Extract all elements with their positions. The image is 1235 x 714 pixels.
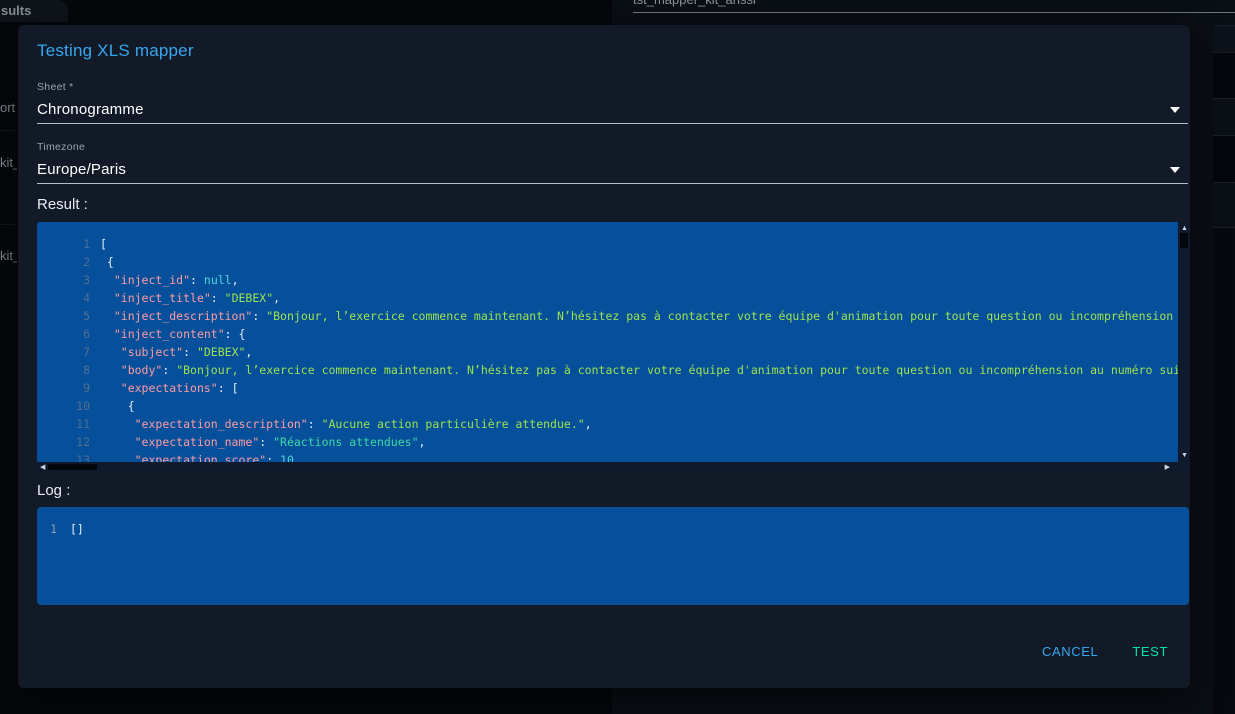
log-editor-code[interactable]: 1[] <box>37 507 1189 605</box>
code-line: 11 "expectation_description": "Aucune ac… <box>37 415 1178 433</box>
background-tab-label: sults <box>1 3 31 18</box>
result-editor-vertical-scrollbar[interactable]: ▲ ▼ <box>1178 222 1190 462</box>
horizontal-scrollbar-thumb[interactable] <box>48 464 97 470</box>
chevron-down-icon[interactable] <box>1170 107 1180 113</box>
code-line: 1[ <box>37 235 1178 253</box>
log-label: Log : <box>37 482 70 499</box>
code-line: 4 "inject_title": "DEBEX", <box>37 289 1178 307</box>
code-line: 9 "expectations": [ <box>37 379 1178 397</box>
background-partial-text: kit_ <box>0 248 17 264</box>
testing-xls-mapper-dialog: Testing XLS mapper Sheet * Chronogramme … <box>18 25 1190 688</box>
code-line: 5 "inject_description": "Bonjour, l’exer… <box>37 307 1178 325</box>
background-table-rows <box>1213 0 1235 714</box>
background-field-value: tst_mapper_kit_anssi <box>633 0 756 7</box>
vertical-scrollbar-thumb[interactable] <box>1180 233 1188 248</box>
background-divider <box>0 224 18 225</box>
dialog-actions: CANCEL TEST <box>1034 633 1176 669</box>
background-divider <box>0 130 18 131</box>
code-line: 13 "expectation_score": 10 <box>37 451 1178 462</box>
code-line: 12 "expectation_name": "Réactions attend… <box>37 433 1178 451</box>
result-editor: 1[2 {3 "inject_id": null,4 "inject_title… <box>37 222 1190 472</box>
background-partial-text: ort <box>0 100 17 116</box>
timezone-select-value: Europe/Paris <box>37 161 126 178</box>
scroll-down-icon[interactable]: ▼ <box>1181 452 1188 459</box>
scrollbar-corner <box>1178 462 1190 472</box>
code-line: 7 "subject": "DEBEX", <box>37 343 1178 361</box>
sheet-select-value: Chronogramme <box>37 101 144 118</box>
cancel-button[interactable]: CANCEL <box>1034 638 1106 665</box>
scroll-right-icon[interactable]: ▶ <box>1165 464 1170 471</box>
scroll-up-icon[interactable]: ▲ <box>1181 225 1188 232</box>
code-line: 6 "inject_content": { <box>37 325 1178 343</box>
result-editor-horizontal-scrollbar[interactable]: ◀ ▶ <box>37 462 1178 472</box>
code-line: 1[] <box>37 520 1189 538</box>
code-line: 10 { <box>37 397 1178 415</box>
result-label: Result : <box>37 196 88 213</box>
code-line: 2 { <box>37 253 1178 271</box>
background-tab-results: sults <box>0 0 68 22</box>
background-partial-text: kit_ <box>0 155 17 171</box>
sheet-label: Sheet * <box>37 81 74 93</box>
timezone-select[interactable]: Europe/Paris <box>37 161 1188 184</box>
code-line: 3 "inject_id": null, <box>37 271 1178 289</box>
scroll-left-icon[interactable]: ◀ <box>40 464 45 471</box>
timezone-label: Timezone <box>37 141 85 153</box>
background-field-underline <box>633 12 1235 13</box>
dialog-title: Testing XLS mapper <box>37 41 194 61</box>
result-editor-code[interactable]: 1[2 {3 "inject_id": null,4 "inject_title… <box>37 222 1178 462</box>
test-button[interactable]: TEST <box>1124 638 1176 665</box>
sheet-select[interactable]: Chronogramme <box>37 101 1188 124</box>
code-line: 8 "body": "Bonjour, l’exercice commence … <box>37 361 1178 379</box>
chevron-down-icon[interactable] <box>1170 167 1180 173</box>
